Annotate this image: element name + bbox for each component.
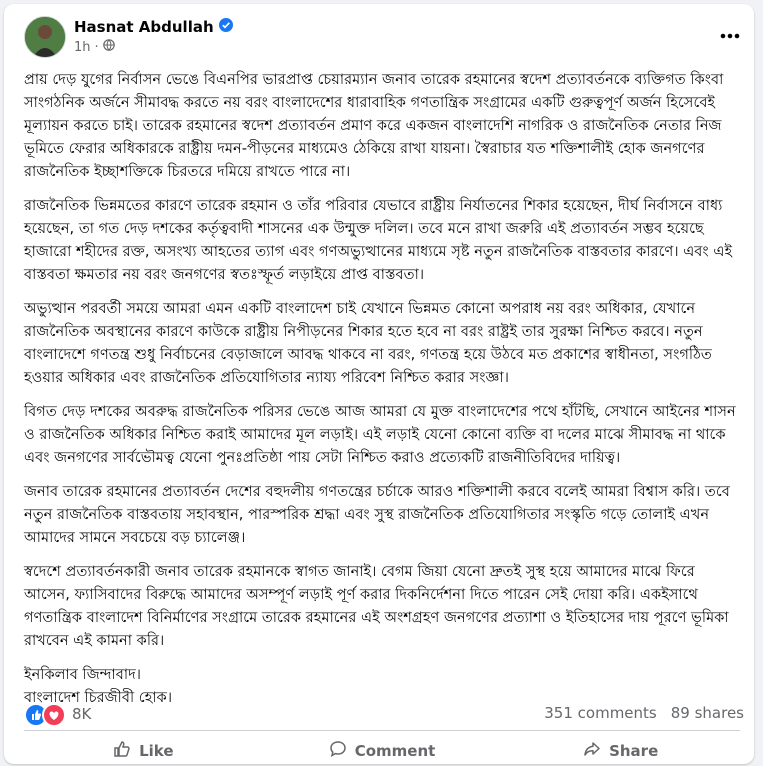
author-row: Hasnat Abdullah [74,17,233,36]
post-paragraph-1: প্রায় দেড় যুগের নির্বাসন ভেঙে বিএনপির … [24,71,724,180]
love-reaction-icon [42,703,66,727]
comment-label: Comment [354,742,436,760]
engagement-stats: 351 comments 89 shares [544,704,744,722]
share-label: Share [609,742,659,760]
post-meta: 1h · [74,39,115,55]
post-body: প্রায় দেড় যুগের নির্বাসন ভেঙে বিএনপির … [24,68,742,709]
post-paragraph-5: জনাব তারেক রহমানের প্রত্যাবর্তন দেশের বহ… [24,483,730,546]
post-paragraph-6: স্বদেশে প্রত্যাবর্তনকারী জনাব তারেক রহমা… [24,563,729,649]
author-name[interactable]: Hasnat Abdullah [74,18,214,36]
post-time[interactable]: 1h [74,40,91,55]
thumbs-up-icon [113,740,131,762]
comment-icon [329,740,347,762]
like-label: Like [139,742,174,760]
divider [24,730,740,731]
post-header: Hasnat Abdullah 1h · [24,16,744,64]
comment-count[interactable]: 351 comments [544,704,656,722]
post-paragraph-4: বিগত দেড় দশকের অবরুদ্ধ রাজনৈতিক পরিসর ভ… [24,403,736,466]
avatar[interactable] [24,16,66,58]
reactions-bar: 8K 351 comments 89 shares [24,701,744,727]
reaction-count[interactable]: 8K [72,705,91,723]
globe-icon [102,39,115,55]
post-card: Hasnat Abdullah 1h · প্রায় দেড় যুগের ন… [4,4,754,764]
post-paragraph-3: অভ্যুত্থান পরবর্তী সময়ে আমরা এমন একটি ব… [24,300,712,386]
more-icon[interactable] [716,26,744,46]
verified-badge-icon [218,17,233,36]
reaction-icons[interactable] [24,703,66,727]
post-paragraph-2: রাজনৈতিক ভিন্নমতের কারণে তারেক রহমান ও ত… [24,197,733,283]
share-count[interactable]: 89 shares [671,704,744,722]
share-icon [583,740,601,762]
closing-line-1: ইনকিলাব জিন্দাবাদ। [24,666,141,683]
